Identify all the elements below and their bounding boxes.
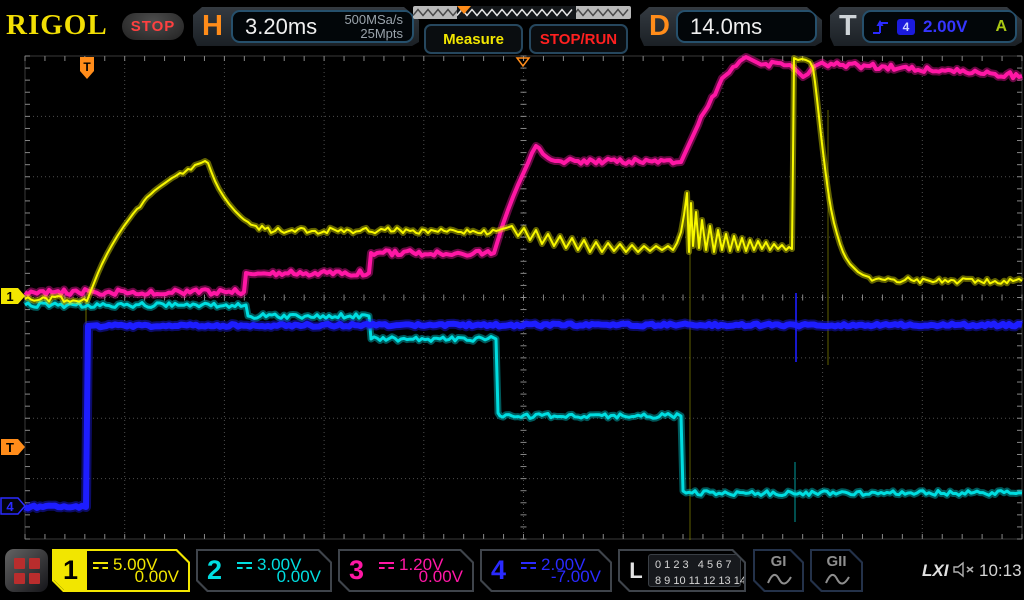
dc-coupling-icon [237,562,252,569]
logic-analyzer-box[interactable]: L 0 1 2 3 4 5 6 78 9 10 11 12 13 14 15 [618,549,746,592]
menu-button[interactable] [5,549,48,592]
record-waveform-preview [413,6,631,19]
h-label: H [202,7,223,46]
d-label: D [649,7,670,46]
bottom-statusbar: 1 5.00V 0.00V 2 3.00V 0.00V 3 [0,545,1024,600]
channel-2-offset: 0.00V [277,567,321,587]
la-label: L [624,551,648,590]
trigger-level-value: 2.00V [923,17,967,37]
gen1-button[interactable]: GI [753,549,804,592]
menu-grid-icon [29,558,40,569]
svg-text:T: T [83,60,91,74]
top-toolbar: RIGOL STOP H 3.20ms 500MSa/s 25Mpts Meas… [0,0,1024,52]
waveform-display: T 1 T 4 [0,0,1024,600]
measure-button[interactable]: Measure [424,24,523,54]
trigger-mode: A [995,18,1007,36]
dc-coupling-icon [521,562,536,569]
record-position-bar[interactable] [413,6,631,19]
trigger-panel[interactable]: T 4 2.00V A [830,7,1022,46]
rigol-logo: RIGOL [6,9,108,42]
delay-panel[interactable]: D 14.0ms [640,7,822,46]
channel-1-offset: 0.00V [135,567,179,587]
gen2-label: GII [812,553,861,570]
lxi-logo: LXI [922,561,948,581]
record-trigger-marker-icon [457,6,471,14]
channel-1-status-box[interactable]: 1 5.00V 0.00V [52,549,190,592]
svg-text:1: 1 [6,289,13,304]
stop-run-button[interactable]: STOP/RUN [529,24,628,54]
dc-coupling-icon [379,562,394,569]
sine-wave-icon [824,573,850,586]
channel-4-offset: -7.00V [551,567,601,587]
la-row-1: 0 1 2 3 4 5 6 7 [655,559,731,571]
channel-2-number: 2 [198,551,231,590]
clock: 10:13 [979,561,1022,581]
timebase-value: 3.20ms [245,14,317,40]
menu-grid-icon [14,573,25,584]
channel-1-number: 1 [54,551,87,590]
menu-grid-icon [14,558,25,569]
channel-4-number: 4 [482,551,515,590]
dc-coupling-icon [93,562,108,569]
channel-2-status-box[interactable]: 2 3.00V 0.00V [196,549,332,592]
t-label: T [839,7,857,46]
delay-value: 14.0ms [690,14,762,40]
sine-wave-icon [766,573,792,586]
svg-text:4: 4 [6,499,14,514]
menu-grid-icon [29,573,40,584]
channel-4-status-box[interactable]: 4 2.00V -7.00V [480,549,612,592]
la-row-2: 8 9 10 11 12 13 14 15 [655,575,761,587]
rising-edge-trigger-icon [872,19,889,35]
channel-3-number: 3 [340,551,373,590]
gen2-button[interactable]: GII [810,549,863,592]
horizontal-timebase-panel[interactable]: H 3.20ms 500MSa/s 25Mpts [193,7,419,46]
sample-rate: 500MSa/s [344,13,403,27]
memory-depth: 25Mpts [344,27,403,41]
oscilloscope-screen: T 1 T 4 RIGOL STOP H 3.20ms 500MSa/s 25Mpts… [0,0,1024,600]
channel-3-status-box[interactable]: 3 1.20V 0.00V [338,549,474,592]
gen1-label: GI [755,553,802,570]
channel-3-offset: 0.00V [419,567,463,587]
run-state-badge: STOP [122,13,184,40]
svg-text:T: T [6,440,14,455]
trigger-source-badge: 4 [897,19,915,35]
la-digital-channels: 0 1 2 3 4 5 6 78 9 10 11 12 13 14 15 [648,554,741,587]
speaker-muted-icon[interactable] [952,561,976,578]
